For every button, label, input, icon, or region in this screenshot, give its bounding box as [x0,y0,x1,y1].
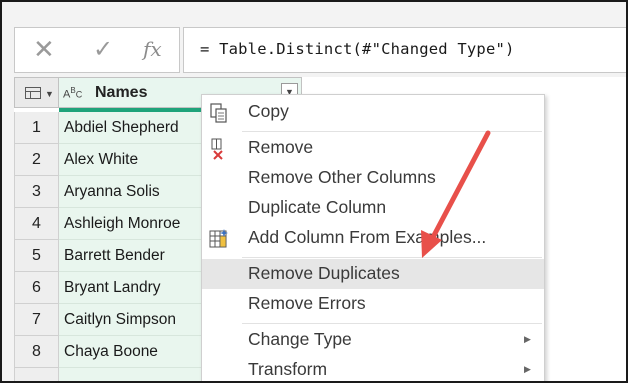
context-menu: Copy Remove Remove Other Columns Duplica… [201,94,545,381]
column-name: Names [95,84,148,101]
menu-separator [242,323,542,324]
add-column-from-examples-icon [209,229,228,248]
menu-item-label: Remove [248,137,314,157]
menu-item-label: Add Column From Examples... [248,227,487,247]
menu-item-label: Remove Errors [248,293,366,313]
chevron-down-icon: ▼ [45,89,54,99]
fx-icon[interactable]: fx [143,37,162,61]
row-number: 5 [14,240,59,272]
row-number: 8 [14,336,59,368]
menu-item-label: Duplicate Column [248,197,387,217]
row-number: 1 [14,112,59,144]
menu-item-label: Remove Duplicates [248,263,400,283]
menu-item-label: Remove Other Columns [248,167,436,187]
menu-item-add-column-from-examples[interactable]: Add Column From Examples... [202,223,544,253]
menu-item-remove-errors[interactable]: Remove Errors [202,289,544,319]
menu-separator [242,257,542,258]
row-number: 6 [14,272,59,304]
table-icon [25,87,41,99]
table-menu-button[interactable]: ▼ [14,77,59,108]
menu-item-label: Transform [248,359,328,379]
text-type-icon[interactable]: ABC [63,86,82,101]
formula-input[interactable]: = Table.Distinct(#"Changed Type") [183,27,626,73]
menu-item-remove-other-columns[interactable]: Remove Other Columns [202,163,544,193]
row-number: 4 [14,208,59,240]
menu-item-label: Change Type [248,329,352,349]
menu-item-duplicate-column[interactable]: Duplicate Column [202,193,544,223]
remove-column-icon [211,138,223,160]
submenu-arrow-icon: ▶ [524,364,531,374]
menu-item-remove-duplicates[interactable]: Remove Duplicates [202,259,544,289]
row-number [14,368,59,381]
formula-text: = Table.Distinct(#"Changed Type") [200,40,515,58]
menu-item-remove[interactable]: Remove [202,133,544,163]
power-query-editor: ✕ ✓ fx = Table.Distinct(#"Changed Type")… [0,0,628,383]
row-number: 2 [14,144,59,176]
check-icon[interactable]: ✓ [93,35,113,64]
close-icon[interactable]: ✕ [33,34,55,65]
row-number: 7 [14,304,59,336]
menu-item-change-type[interactable]: Change Type ▶ [202,325,544,355]
formula-bar-buttons: ✕ ✓ fx [14,27,180,73]
menu-item-transform[interactable]: Transform ▶ [202,355,544,381]
menu-separator [242,131,542,132]
menu-item-label: Copy [248,101,289,121]
row-number: 3 [14,176,59,208]
menu-item-copy[interactable]: Copy [202,97,544,127]
copy-icon [210,103,227,123]
submenu-arrow-icon: ▶ [524,334,531,344]
